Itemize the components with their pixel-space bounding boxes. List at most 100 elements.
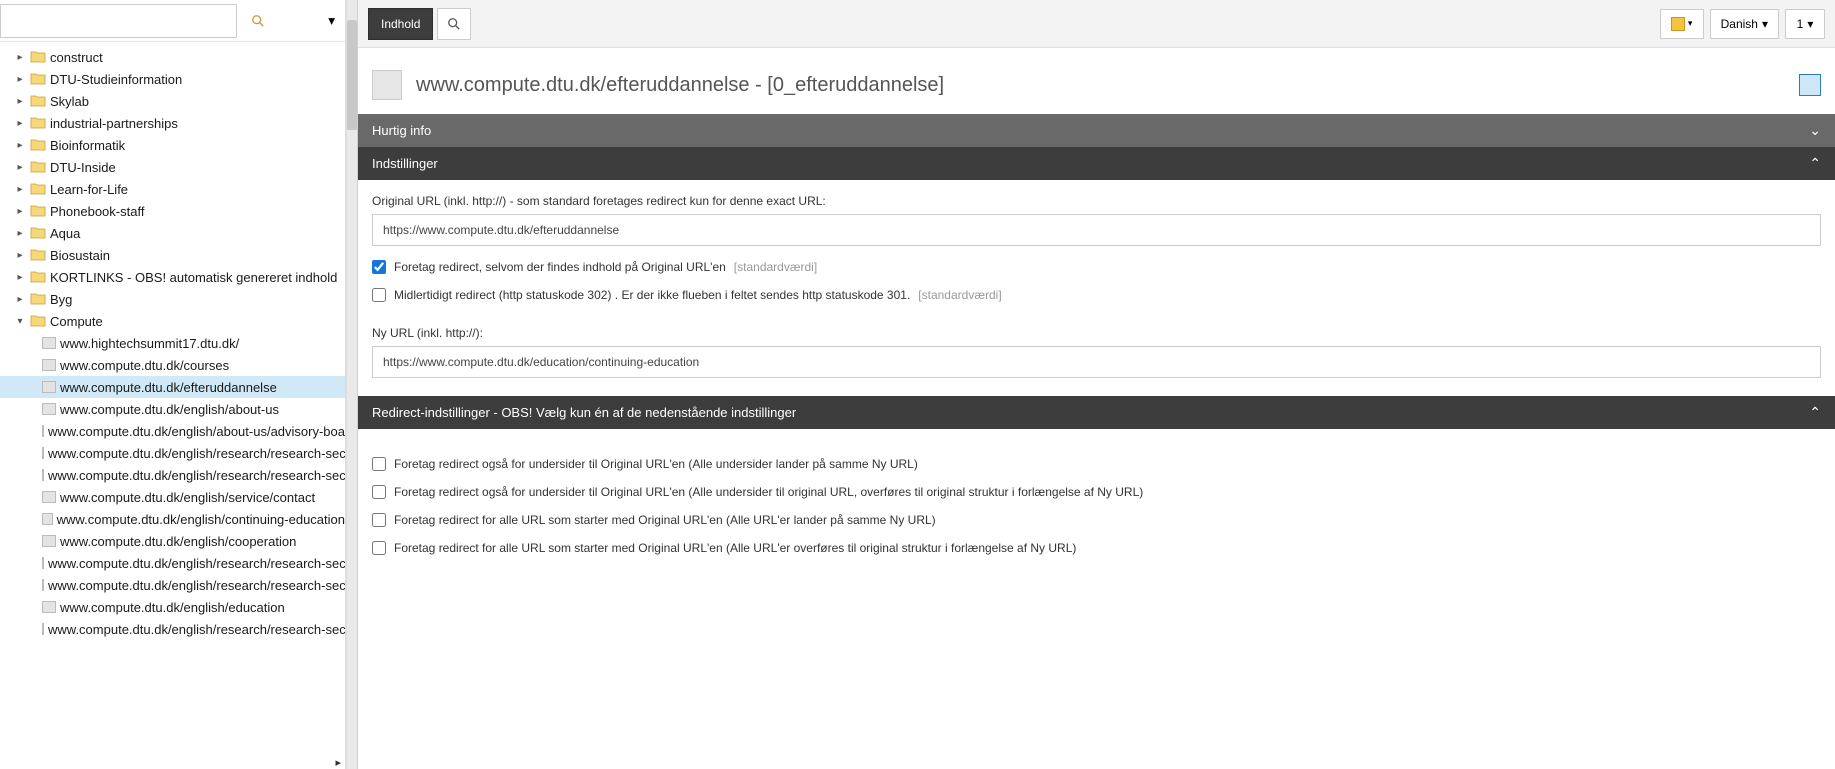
tree-toggle-icon[interactable]: ▸	[14, 96, 26, 107]
redirect-opt4-label: Foretag redirect for alle URL som starte…	[394, 541, 1076, 555]
folder-icon	[30, 93, 46, 109]
tree-page-item[interactable]: www.compute.dtu.dk/english/research/rese…	[0, 618, 345, 640]
tree-page-item[interactable]: www.compute.dtu.dk/efteruddannelse	[0, 376, 345, 398]
tree-folder-item[interactable]: ▾ Compute	[0, 310, 345, 332]
folder-icon	[30, 71, 46, 87]
tree-page-item[interactable]: www.compute.dtu.dk/english/cooperation	[0, 530, 345, 552]
tree-folder-item[interactable]: ▸Bioinformatik	[0, 134, 345, 156]
folder-icon	[30, 291, 46, 307]
page-icon	[42, 425, 44, 437]
tree-folder-item[interactable]: ▸DTU-Inside	[0, 156, 345, 178]
tree-folder-item[interactable]: ▸Learn-for-Life	[0, 178, 345, 200]
tree-item-label: Skylab	[50, 94, 89, 109]
tree-toggle-icon[interactable]: ▸	[14, 250, 26, 261]
page-item-icon	[372, 70, 402, 100]
panel-redirect-settings-header[interactable]: Redirect-indstillinger - OBS! Vælg kun é…	[358, 396, 1835, 429]
tree-folder-item[interactable]: ▸ construct	[0, 46, 345, 68]
tree-folder-item[interactable]: ▸ Skylab	[0, 90, 345, 112]
tree-item-label: www.hightechsummit17.dtu.dk/	[60, 336, 239, 351]
redirect-opt1-checkbox[interactable]	[372, 457, 386, 471]
tree-item-label: www.compute.dtu.dk/english/service/conta…	[60, 490, 315, 505]
tree-folder-item[interactable]: ▸Aqua	[0, 222, 345, 244]
tree-toggle-icon[interactable]: ▸	[14, 184, 26, 195]
folder-icon	[30, 159, 46, 175]
pane-splitter[interactable]	[346, 0, 358, 769]
tree-item-label: Byg	[50, 292, 72, 307]
tree-page-item[interactable]: www.compute.dtu.dk/courses	[0, 354, 345, 376]
panel-title: Indstillinger	[372, 156, 438, 171]
splitter-thumb[interactable]	[347, 20, 357, 130]
user-profile-icon[interactable]	[1799, 74, 1821, 96]
tree-item-label: Compute	[50, 314, 103, 329]
tree-toggle-icon[interactable]: ▸	[14, 228, 26, 239]
panel-indstillinger-header[interactable]: Indstillinger ⌃	[358, 147, 1835, 180]
tree-page-item[interactable]: www.compute.dtu.dk/english/continuing-ed…	[0, 508, 345, 530]
page-icon	[42, 447, 44, 459]
tree-toggle-icon[interactable]: ▸	[14, 294, 26, 305]
original-url-label: Original URL (inkl. http://) - som stand…	[372, 194, 1821, 208]
tree-item-label: Biosustain	[50, 248, 110, 263]
tree-page-item[interactable]: www.compute.dtu.dk/english/research/rese…	[0, 464, 345, 486]
toolbar-search-button[interactable]	[437, 8, 471, 40]
tree-page-item[interactable]: www.compute.dtu.dk/english/research/rese…	[0, 574, 345, 596]
page-icon	[42, 513, 53, 525]
new-url-input[interactable]	[372, 346, 1821, 378]
sidebar-search-bar: ▾	[0, 0, 345, 42]
tree-item-label: www.compute.dtu.dk/english/about-us	[60, 402, 279, 417]
page-icon	[42, 337, 56, 349]
main-pane: Indhold ▾ Danish▾ 1▾ www.compute.dtu.dk/…	[358, 0, 1835, 769]
content-tree[interactable]: ▸construct▸DTU-Studieinformation▸Skylab▸…	[0, 42, 345, 769]
tree-item-label: construct	[50, 50, 103, 65]
tree-filter-dropdown[interactable]: ▾	[275, 4, 345, 38]
content-scroll[interactable]: www.compute.dtu.dk/efteruddannelse - [0_…	[358, 48, 1835, 769]
original-url-input[interactable]	[372, 214, 1821, 246]
force-redirect-checkbox[interactable]	[372, 260, 386, 274]
tree-item-label: www.compute.dtu.dk/english/research/rese…	[48, 578, 345, 593]
folder-icon	[30, 181, 46, 197]
tree-page-item[interactable]: www.compute.dtu.dk/english/research/rese…	[0, 442, 345, 464]
tree-page-item[interactable]: www.compute.dtu.dk/english/service/conta…	[0, 486, 345, 508]
scroll-right-icon[interactable]: ▸	[335, 756, 341, 769]
tree-page-item[interactable]: www.compute.dtu.dk/english/about-us	[0, 398, 345, 420]
tree-folder-item[interactable]: ▸ Biosustain	[0, 244, 345, 266]
page-icon	[42, 535, 56, 547]
tree-toggle-icon[interactable]: ▸	[14, 118, 26, 129]
save-button[interactable]: ▾	[1660, 9, 1704, 39]
tree-folder-item[interactable]: ▸DTU-Studieinformation	[0, 68, 345, 90]
tree-toggle-icon[interactable]: ▾	[14, 316, 26, 327]
page-icon	[42, 601, 56, 613]
search-icon[interactable]	[241, 4, 275, 38]
tree-page-item[interactable]: www.compute.dtu.dk/english/about-us/advi…	[0, 420, 345, 442]
tree-folder-item[interactable]: ▸KORTLINKS - OBS! automatisk genereret i…	[0, 266, 345, 288]
tree-page-item[interactable]: www.compute.dtu.dk/english/education	[0, 596, 345, 618]
caret-down-icon: ▾	[328, 13, 335, 29]
tab-indhold[interactable]: Indhold	[368, 8, 433, 40]
tree-page-item[interactable]: www.compute.dtu.dk/english/research/rese…	[0, 552, 345, 574]
page-icon	[42, 469, 44, 481]
page-icon	[42, 557, 44, 569]
panel-hurtig-info-header[interactable]: Hurtig info ⌄	[358, 114, 1835, 147]
tree-item-label: www.compute.dtu.dk/english/research/rese…	[48, 446, 345, 461]
tree-toggle-icon[interactable]: ▸	[14, 140, 26, 151]
tree-toggle-icon[interactable]: ▸	[14, 162, 26, 173]
page-icon	[42, 359, 56, 371]
version-dropdown[interactable]: 1▾	[1785, 9, 1825, 39]
language-dropdown[interactable]: Danish▾	[1710, 9, 1779, 39]
tree-search-input[interactable]	[0, 4, 237, 38]
temp-redirect-checkbox[interactable]	[372, 288, 386, 302]
tree-folder-item[interactable]: ▸ Byg	[0, 288, 345, 310]
tree-toggle-icon[interactable]: ▸	[14, 272, 26, 283]
tree-page-item[interactable]: www.hightechsummit17.dtu.dk/	[0, 332, 345, 354]
tree-item-label: www.compute.dtu.dk/english/cooperation	[60, 534, 296, 549]
force-redirect-label: Foretag redirect, selvom der findes indh…	[394, 260, 726, 274]
tree-toggle-icon[interactable]: ▸	[14, 206, 26, 217]
redirect-opt2-checkbox[interactable]	[372, 485, 386, 499]
redirect-opt4-checkbox[interactable]	[372, 541, 386, 555]
tree-toggle-icon[interactable]: ▸	[14, 74, 26, 85]
save-disk-icon	[1671, 17, 1685, 31]
tree-folder-item[interactable]: ▸Phonebook-staff	[0, 200, 345, 222]
redirect-opt3-checkbox[interactable]	[372, 513, 386, 527]
tree-folder-item[interactable]: ▸industrial-partnerships	[0, 112, 345, 134]
page-icon	[42, 381, 56, 393]
tree-toggle-icon[interactable]: ▸	[14, 52, 26, 63]
